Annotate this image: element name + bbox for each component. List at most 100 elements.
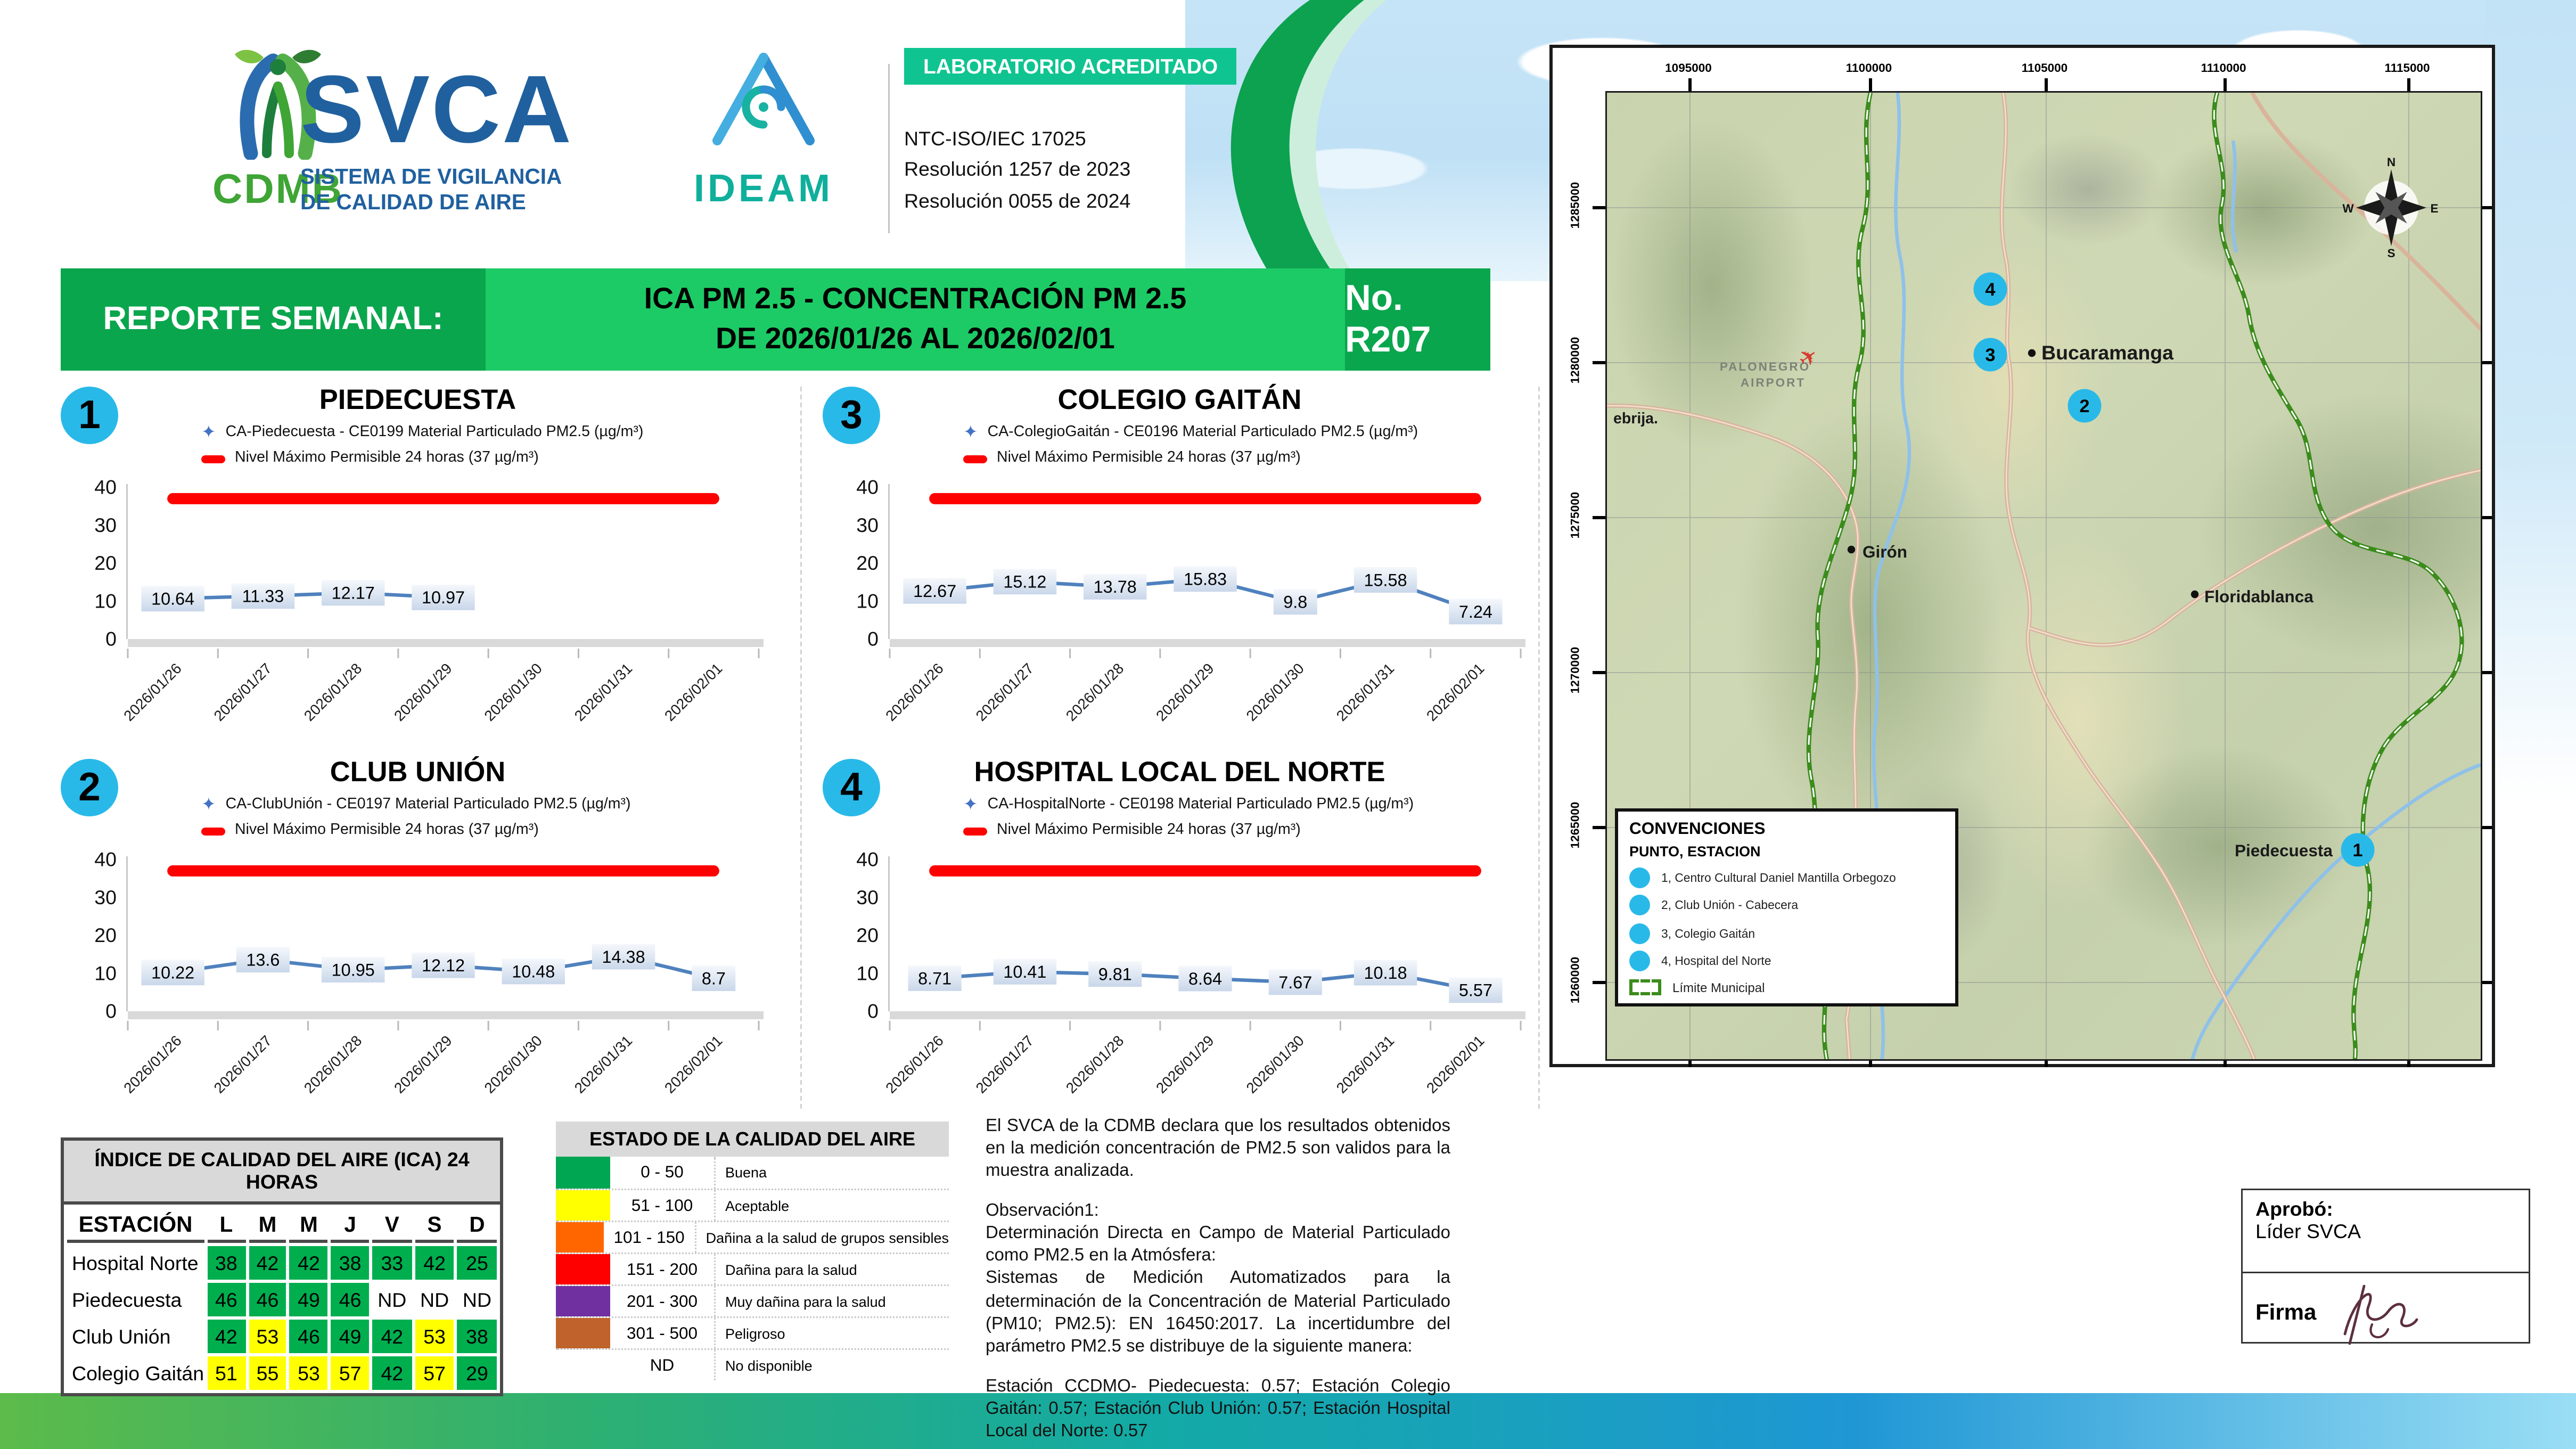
ica-value-cell: 42 (372, 1356, 412, 1390)
chart-legend: ✦ CA-Piedecuesta - CE0199 Material Partic… (201, 420, 775, 471)
day-column-header: J (331, 1208, 370, 1243)
svg-text:10.48: 10.48 (512, 962, 555, 981)
svg-text:15.83: 15.83 (1184, 569, 1227, 588)
chart-hospital-norte: 4 HOSPITAL LOCAL DEL NORTE ✦ CA-HospitalN… (823, 756, 1537, 1128)
svg-text:30: 30 (94, 513, 117, 536)
ica-value-cell: 46 (290, 1320, 328, 1353)
ica-value-cell: 42 (372, 1320, 412, 1353)
airport-label: AIRPORT (1741, 376, 1806, 389)
limit-marker-icon (201, 827, 225, 836)
station-number-badge: 4 (823, 759, 880, 816)
map-tick (2224, 78, 2226, 91)
svg-text:10.18: 10.18 (1364, 963, 1407, 982)
approved-by-label: Aprobó: (2255, 1198, 2333, 1221)
limit-legend-label: Nivel Máximo Permisible 24 horas (37 µg/… (235, 821, 539, 839)
station-marker-number: 3 (1985, 345, 1995, 365)
svg-text:2026/01/27: 2026/01/27 (973, 660, 1037, 724)
quality-state-label: Peligroso (725, 1325, 785, 1341)
color-swatch (556, 1190, 610, 1221)
color-swatch (556, 1254, 610, 1284)
compass-rose-icon: N E S W (2342, 155, 2438, 260)
svg-text:2026/01/26: 2026/01/26 (882, 660, 947, 724)
ica-range: 0 - 50 (610, 1157, 716, 1189)
column-separator (1538, 387, 1540, 1109)
svg-text:2026/02/01: 2026/02/01 (1423, 660, 1488, 724)
table-row: Colegio Gaitán 51 55 53 57 42 57 29 (67, 1356, 497, 1390)
ica-table: ÍNDICE DE CALIDAD DEL AIRE (ICA) 24 HORA… (61, 1137, 503, 1396)
svg-text:40: 40 (94, 848, 117, 870)
ica-value-cell: 53 (248, 1320, 287, 1353)
ica-value-cell: ND (457, 1283, 497, 1316)
map-legend-item-label: 3, Colegio Gaitán (1661, 926, 1755, 940)
report-title-line2: DE 2026/01/26 AL 2026/02/01 (716, 321, 1115, 355)
svg-text:9.81: 9.81 (1098, 964, 1132, 984)
map-coordinate-label: 1285000 (1568, 182, 1582, 229)
compass-letter: W (2342, 202, 2354, 215)
svg-text:11.33: 11.33 (242, 586, 284, 605)
ica-range: 201 - 300 (610, 1286, 716, 1316)
series-legend-label: CA-ClubUnión - CE0197 Material Particula… (225, 796, 631, 814)
station-name: Club Unión (72, 1325, 171, 1348)
day-column-header: V (372, 1208, 412, 1243)
accreditation-badge: LABORATORIO ACREDITADO (904, 48, 1237, 85)
accreditation-details: NTC-ISO/IEC 17025 Resolución 1257 de 202… (904, 125, 1130, 217)
ica-value-cell: 38 (457, 1320, 497, 1353)
map-legend-item-label: 4, Hospital del Norte (1661, 954, 1771, 968)
line-chart: 0 10 20 30 40 10.64 11.33 12.17 10.97 2026/01/26 2… (94, 476, 764, 724)
svg-text:2026/01/27: 2026/01/27 (973, 1032, 1037, 1096)
station-point-icon (1629, 866, 1650, 888)
svg-text:2026/01/31: 2026/01/31 (1333, 660, 1398, 724)
uncertainty-stations: Estación CCDMO- Piedecuesta: 0.57; Estac… (986, 1377, 1450, 1441)
ica-value-cell: 49 (331, 1320, 370, 1353)
station-marker-number: 1 (2352, 840, 2362, 861)
svg-text:10.41: 10.41 (1003, 962, 1046, 981)
limit-marker-icon (201, 455, 225, 463)
svg-text:2026/01/28: 2026/01/28 (301, 660, 365, 724)
svg-text:9.8: 9.8 (1283, 592, 1307, 611)
station-point-icon (1629, 895, 1650, 915)
svg-text:2026/01/26: 2026/01/26 (120, 660, 185, 724)
ica-value-cell: 42 (248, 1246, 287, 1280)
map-tick (2045, 78, 2047, 91)
ica-value-cell: ND (372, 1283, 412, 1316)
svg-text:2026/01/31: 2026/01/31 (1333, 1032, 1398, 1096)
map-coordinate-label: 1100000 (1845, 61, 1892, 75)
map-canvas: N E S W Bucaramanga Girón Floridablanca Piedec… (1605, 91, 2482, 1061)
map-tick (2482, 516, 2492, 519)
line-chart: 0 10 20 30 40 8.71 10.41 9.81 8.64 7.67 10.18 5.57 2… (856, 848, 1525, 1096)
day-column-header: L (207, 1208, 245, 1243)
limit-marker-icon (963, 455, 987, 463)
svg-text:2026/01/29: 2026/01/29 (1153, 1032, 1217, 1096)
svg-text:40: 40 (94, 476, 117, 498)
map-coordinate-label: 1280000 (1568, 337, 1582, 384)
green-swoosh-decoration (1230, 0, 1387, 272)
map-tick (1593, 671, 1605, 674)
map-legend-item: 3, Colegio Gaitán (1629, 922, 1944, 944)
estado-row: 301 - 500 Peligroso (556, 1316, 949, 1348)
ica-value-cell: 33 (372, 1246, 412, 1280)
station-column-header: ESTACIÓN (67, 1208, 204, 1243)
ica-value-cell: 51 (207, 1356, 245, 1390)
map-coordinate-label: 1270000 (1568, 646, 1582, 694)
color-swatch (556, 1350, 610, 1380)
observation-line1: Determinación Directa en Campo de Materi… (986, 1224, 1450, 1266)
estado-row: 0 - 50 Buena (556, 1157, 949, 1189)
ica-value-cell: 55 (248, 1356, 287, 1390)
municipal-boundary-label: Límite Municipal (1672, 980, 1765, 995)
svca-subtitle-line1: SISTEMA DE VIGILANCIA (300, 165, 562, 189)
estado-row: 51 - 100 Aceptable (556, 1189, 949, 1221)
svg-text:8.71: 8.71 (918, 969, 951, 988)
ica-value-cell: 53 (415, 1320, 454, 1353)
svg-text:2026/01/27: 2026/01/27 (211, 660, 275, 724)
map: 1095000 1100000 1105000 1110000 1115000 12850… (1549, 45, 2495, 1067)
map-legend: CONVENCIONES PUNTO, ESTACION 1, Centro C… (1615, 808, 1958, 1006)
station-name: Piedecuesta (72, 1288, 182, 1311)
color-swatch (556, 1318, 610, 1348)
ica-value-cell: 46 (331, 1283, 370, 1316)
ica-range: ND (610, 1350, 716, 1380)
limit-marker-icon (963, 827, 987, 836)
city-label: Girón (1863, 542, 1907, 561)
station-name: Colegio Gaitán (72, 1362, 204, 1385)
chart-club-union: 2 CLUB UNIÓN ✦ CA-ClubUnión - CE0197 Mate… (61, 756, 775, 1128)
chart-colegio-gaitan: 3 COLEGIO GAITÁN ✦ CA-ColegioGaitán - CE0… (823, 383, 1537, 756)
